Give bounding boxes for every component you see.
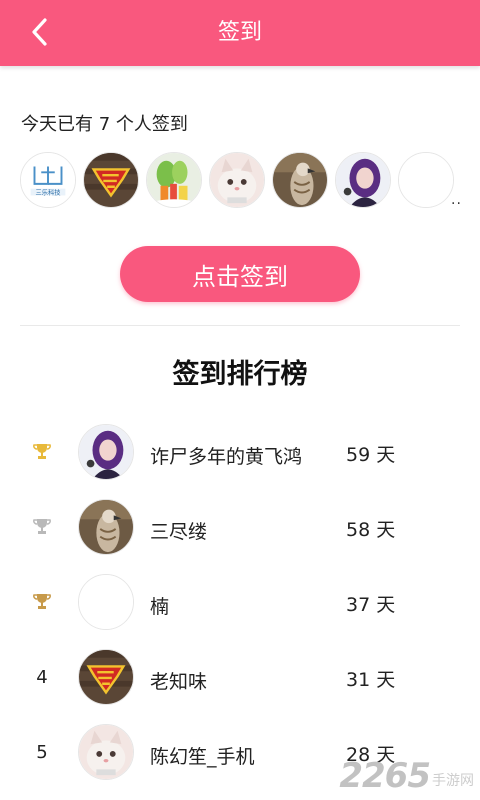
row-avatar[interactable] [78, 424, 134, 480]
watermark-logo: 2265 手游网 [339, 756, 474, 796]
recent-checkin-avatars: 三乐科技 .. [20, 152, 462, 212]
checkin-days: 31 天 [346, 669, 396, 691]
watermark-text: 手游网 [432, 773, 474, 789]
more-avatars-indicator[interactable]: .. [451, 192, 462, 208]
rank-number: 5 [36, 741, 48, 763]
silver-trophy-icon [33, 519, 51, 534]
row-avatar[interactable] [78, 574, 134, 630]
checkin-days: 59 天 [346, 444, 396, 466]
avatar-purple-girl[interactable] [335, 152, 391, 208]
checkin-days: 37 天 [346, 594, 396, 616]
ranking-row[interactable]: 诈尸多年的黄飞鸿 59 天 [0, 416, 480, 491]
user-name: 楠 [150, 596, 170, 618]
ranking-row[interactable]: 4 老知味 31 天 [0, 641, 480, 716]
rank-3-medal [28, 588, 56, 616]
ranking-row[interactable]: 楠 37 天 [0, 566, 480, 641]
user-name: 陈幻笙_手机 [150, 746, 255, 768]
avatar-vegetables[interactable] [146, 152, 202, 208]
row-avatar[interactable] [78, 649, 134, 705]
avatar-empty[interactable] [398, 152, 454, 208]
avatar-sanle[interactable]: 三乐科技 [20, 152, 76, 208]
divider [20, 325, 460, 326]
top-bar: 签到 [0, 0, 480, 66]
gold-trophy-icon [33, 444, 51, 459]
user-name: 诈尸多年的黄飞鸿 [150, 446, 303, 468]
avatar-cat[interactable] [209, 152, 265, 208]
today-checkin-count: 今天已有 7 个人签到 [21, 114, 188, 135]
rank-2-medal [28, 513, 56, 541]
avatar-eagle[interactable] [272, 152, 328, 208]
ranking-title: 签到排行榜 [172, 359, 308, 390]
rank-number: 4 [36, 666, 48, 688]
rank-1-medal [28, 438, 56, 466]
bronze-trophy-icon [33, 594, 51, 609]
watermark-number: 2265 [339, 756, 431, 796]
checkin-days: 58 天 [346, 519, 396, 541]
svg-text:三乐科技: 三乐科技 [36, 187, 62, 196]
row-avatar[interactable] [78, 499, 134, 555]
user-name: 老知味 [150, 671, 208, 693]
user-name: 三尽缕 [150, 521, 208, 543]
row-avatar[interactable] [78, 724, 134, 780]
ranking-row[interactable]: 三尽缕 58 天 [0, 491, 480, 566]
avatar-superman[interactable] [83, 152, 139, 208]
page-title: 签到 [217, 20, 262, 45]
checkin-button[interactable]: 点击签到 [120, 246, 360, 302]
